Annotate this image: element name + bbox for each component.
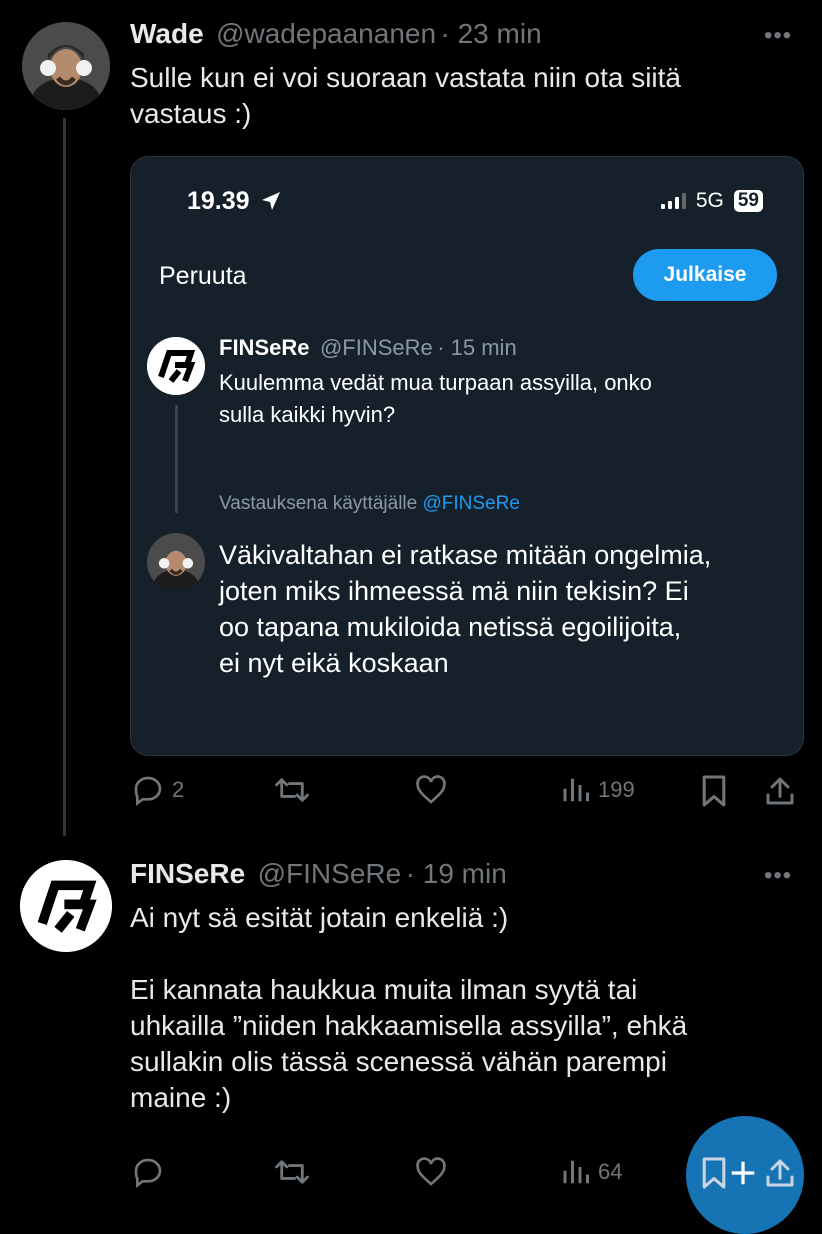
tweet2-reply-button[interactable] (132, 1156, 164, 1188)
phone-clock-text: 19.39 (187, 187, 250, 215)
share-icon-2 (766, 1159, 794, 1187)
views-icon-2 (563, 1160, 589, 1184)
bookmark-icon-2 (702, 1157, 726, 1189)
tweet2-author-handle[interactable]: @FINSeRe (258, 858, 402, 889)
tweet1-timestamp[interactable]: · 23 min (441, 18, 542, 49)
retweet-icon (275, 778, 309, 802)
screenshot-thread-line (175, 405, 178, 513)
tweet1-share-button[interactable] (764, 774, 796, 808)
tweet1-media-screenshot[interactable]: 19.39 5G 59 Peruuta Julkaise FINSeRe @FI… (130, 156, 804, 756)
tweet2-text: Ai nyt sä esität jotain enkeliä :) Ei ka… (130, 902, 688, 1113)
reply-icon (134, 776, 162, 806)
views-icon (563, 778, 589, 802)
signal-bars-icon (660, 193, 686, 209)
bookmark-icon (702, 775, 726, 807)
tweet1-bookmark-button[interactable] (700, 774, 728, 808)
network-label: 5G (695, 189, 724, 212)
tweet2-like-button[interactable] (414, 1156, 448, 1188)
heart-icon (416, 775, 446, 804)
quoted-author-handle: @FINSeRe (319, 335, 433, 360)
retweet-icon-2 (275, 1160, 309, 1184)
quoted-author-name: FINSeRe (219, 335, 310, 360)
tweet1-author-handle[interactable]: @wadepaananen (216, 18, 436, 49)
location-arrow-icon (261, 192, 280, 210)
tweet1-more-icon[interactable]: ••• (764, 22, 792, 50)
quoted-timestamp: · 15 min (437, 335, 517, 360)
tweet1-header: Wade @wadepaananen · 23 min (130, 18, 542, 50)
compose-text: Väkivaltahan ei ratkase mitään ongelmia,… (219, 540, 712, 678)
finsere-logo-icon (147, 337, 205, 395)
publish-button: Julkaise (633, 249, 777, 301)
tweet2-views-count: 64 (598, 1159, 623, 1184)
wade-avatar[interactable] (22, 22, 110, 110)
tweet1-retweet-button[interactable] (274, 774, 310, 806)
finsere-small-avatar (147, 337, 205, 395)
tweet2-author-name[interactable]: FINSeRe (130, 858, 245, 889)
tweet1-reply-count: 2 (172, 777, 185, 802)
tweet2-header: FINSeRe @FINSeRe · 19 min (130, 858, 507, 890)
reply-to-line: Vastauksena käyttäjälle @FINSeRe (219, 493, 520, 515)
battery-icon: 59 (733, 190, 763, 212)
cancel-button: Peruuta (159, 262, 247, 290)
tweet1-views-button[interactable]: 199 (560, 774, 635, 806)
finsere-logo-large-icon (20, 860, 112, 952)
reply-to-mention: @FINSeRe (422, 493, 520, 514)
tweet2-timestamp[interactable]: · 19 min (406, 858, 507, 889)
thread-connector-line (63, 118, 66, 836)
tweet1-reply-button[interactable]: 2 (132, 774, 184, 806)
tweet1-views-count: 199 (598, 777, 635, 802)
tweet1-text: Sulle kun ei voi suoraan vastata niin ot… (130, 62, 681, 129)
plus-icon (731, 1161, 755, 1185)
tweet1-like-button[interactable] (414, 774, 448, 806)
tweet2-views-button[interactable]: 64 (560, 1156, 622, 1188)
tweet2-more-icon[interactable]: ••• (764, 862, 792, 890)
tweet2-bookmark-button[interactable] (700, 1156, 728, 1190)
phone-clock: 19.39 (187, 187, 281, 216)
wade-avatar-image (22, 22, 110, 110)
reply-to-prefix: Vastauksena käyttäjälle (219, 493, 418, 514)
share-icon (766, 777, 794, 805)
compose-avatar (147, 533, 205, 591)
quoted-header: FINSeRe @FINSeRe · 15 min (219, 335, 517, 361)
compose-plus-icon[interactable] (728, 1156, 758, 1195)
tweet2-retweet-button[interactable] (274, 1156, 310, 1188)
tweet1-author-name[interactable]: Wade (130, 18, 204, 49)
quoted-text: Kuulemma vedät mua turpaan assyilla, onk… (219, 370, 652, 427)
compose-avatar-image (147, 533, 205, 591)
reply-icon-2 (134, 1158, 162, 1188)
phone-status-bar: 5G 59 (660, 189, 763, 213)
tweet2-share-button[interactable] (764, 1156, 796, 1190)
heart-icon-2 (416, 1157, 446, 1186)
finsere-avatar[interactable] (20, 860, 112, 952)
